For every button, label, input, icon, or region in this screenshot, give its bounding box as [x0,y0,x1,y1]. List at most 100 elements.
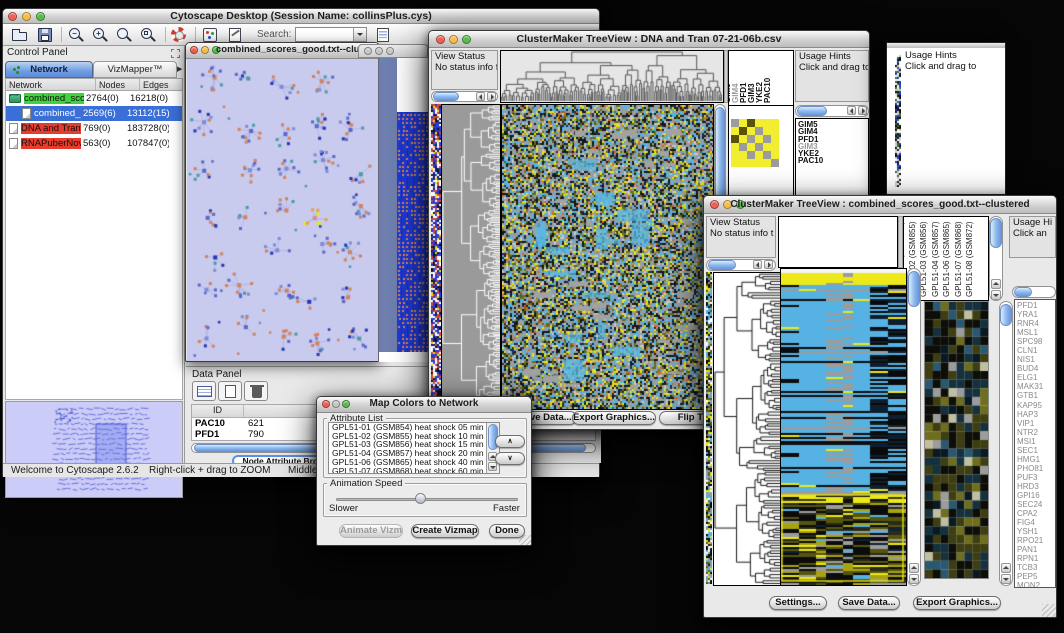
gene-label[interactable]: CLN1 [1017,346,1055,355]
close-icon[interactable] [364,47,372,55]
summary-cell[interactable] [739,119,747,127]
gene-label[interactable]: PHO81 [1017,464,1055,473]
treeview2-zoom-pane[interactable] [924,301,989,579]
scroll-left-icon[interactable] [847,106,856,115]
summary-cell[interactable] [739,135,747,143]
gene-label[interactable]: BUD4 [1017,364,1055,373]
gene-label[interactable]: SEC1 [1017,446,1055,455]
help-lifering-icon[interactable] [171,27,189,44]
tab-vizmapper[interactable]: VizMapper™ [93,61,177,78]
network-view-title-bar[interactable]: combined_scores_good.txt--cluste... [186,43,379,59]
gene-label[interactable]: NTR2 [1017,428,1055,437]
col-id[interactable]: ID [192,405,244,417]
array-label[interactable]: GPL51-06 (GSM865) [942,221,951,297]
summary-cell[interactable] [739,151,747,159]
summary-cell[interactable] [755,135,763,143]
gene-label[interactable]: CPA2 [1017,509,1055,518]
float-panel-icon[interactable] [171,49,180,58]
gene-label[interactable]: PAN1 [1017,545,1055,554]
summary-cell[interactable] [731,119,739,127]
column-label[interactable]: PAC10 [763,78,772,103]
network-name[interactable]: combined_sco [34,108,81,119]
summary-cell[interactable] [763,159,771,167]
gene-label[interactable]: HRD3 [1017,482,1055,491]
scroll-left-icon[interactable] [753,260,762,269]
zoom-in-icon[interactable]: + [93,28,111,45]
move-up-button[interactable]: ∧ [495,435,525,448]
gene-label[interactable]: YRA1 [1017,310,1055,319]
gene-label[interactable]: RNR4 [1017,319,1055,328]
summary-cell[interactable] [747,135,755,143]
gene-label[interactable]: ELG1 [1017,373,1055,382]
gene-label[interactable]: PEP5 [1017,572,1055,581]
treeview2-array-dendrogram-pane[interactable] [778,216,898,268]
attribute-list[interactable]: GPL51-01 (GSM854) heat shock 05 minGPL51… [328,422,500,474]
zoom-out-icon[interactable]: − [69,28,87,45]
treeview2-zoom-vscrollbar[interactable] [999,301,1013,586]
summary-cell[interactable] [731,151,739,159]
summary-cell[interactable] [755,127,763,135]
dense-network-canvas[interactable] [397,112,429,352]
gene-label[interactable]: PAC10 [798,157,868,164]
summary-cell[interactable] [739,159,747,167]
summary-cell[interactable] [755,143,763,151]
treeview1-array-dendrogram-pane[interactable] [500,50,724,103]
save-icon[interactable] [37,27,55,44]
summary-cell[interactable] [763,143,771,151]
gene-label[interactable]: MAK31 [1017,382,1055,391]
gene-label[interactable]: PFD1 [1017,301,1055,310]
treeview2-global-view[interactable] [706,272,712,584]
gene-label[interactable]: KAP95 [1017,401,1055,410]
gene-label[interactable]: GTB1 [1017,391,1055,400]
attribute-list-vscrollbar[interactable] [486,423,499,473]
treeview1-hints-hscrollbar[interactable] [795,105,869,117]
zoom-window-icon[interactable] [386,47,394,55]
gene-label[interactable]: SEC24 [1017,500,1055,509]
dialog-title-bar[interactable]: Map Colors to Network [317,397,531,413]
summary-cell[interactable] [771,119,779,127]
treeview2-title-bar[interactable]: ClusterMaker TreeView : combined_scores_… [704,196,1056,214]
export-graphics-button[interactable]: Export Graphics... [572,411,656,425]
treeview2-hints-hscrollbar[interactable] [1012,286,1056,298]
treeview2-heatmap-pane[interactable] [780,268,907,586]
summary-cell[interactable] [731,127,739,135]
network-name[interactable]: RNAPuberNov2+ [21,138,81,149]
summary-cell[interactable] [763,127,771,135]
network-table-row[interactable]: DNA and Tran 07769(0)183728(0) [6,121,182,136]
minimize-icon[interactable] [375,47,383,55]
summary-heatmap[interactable] [731,119,779,167]
move-down-button[interactable]: ∨ [495,452,525,465]
gene-label[interactable]: MON2 [1017,581,1055,588]
network-table-row[interactable]: RNAPuberNov2+563(0)107847(0) [6,136,182,151]
network-name[interactable]: combined_scores [24,93,84,104]
scroll-up-icon[interactable] [991,279,1001,289]
summary-cell[interactable] [771,143,779,151]
scroll-up-icon[interactable] [909,563,919,573]
treeview1-gene-dendrogram-pane[interactable] [441,104,501,410]
main-title-bar[interactable]: Cytoscape Desktop (Session Name: collins… [3,9,599,24]
array-label[interactable]: GPL51-08 (GSM872) [965,221,974,297]
scroll-left-icon[interactable] [476,92,485,101]
network-name[interactable]: DNA and Tran 07 [21,123,81,134]
summary-cell[interactable] [763,151,771,159]
gene-label[interactable]: MSI1 [1017,437,1055,446]
scroll-down-icon[interactable] [909,574,919,584]
summary-cell[interactable] [771,159,779,167]
gene-label[interactable]: HMG1 [1017,455,1055,464]
tab-network[interactable]: Network [5,61,93,78]
treeview2-gene-dendrogram-pane[interactable] [713,272,781,586]
gene-label[interactable]: NIS1 [1017,355,1055,364]
gene-label[interactable]: HAP3 [1017,410,1055,419]
summary-cell[interactable] [755,159,763,167]
scroll-right-icon[interactable] [764,260,773,269]
summary-cell[interactable] [747,127,755,135]
zoom-fit-icon[interactable] [141,28,159,45]
gene-label[interactable]: GPI16 [1017,491,1055,500]
treeview1-global-view[interactable] [431,104,441,409]
network-table-row[interactable]: combined_sco2569(6)13112(15) [6,106,182,121]
scroll-down-icon[interactable] [488,462,497,471]
search-options-icon[interactable] [375,27,393,44]
gene-label[interactable]: RPO21 [1017,536,1055,545]
scroll-right-icon[interactable] [858,106,867,115]
summary-cell[interactable] [763,135,771,143]
